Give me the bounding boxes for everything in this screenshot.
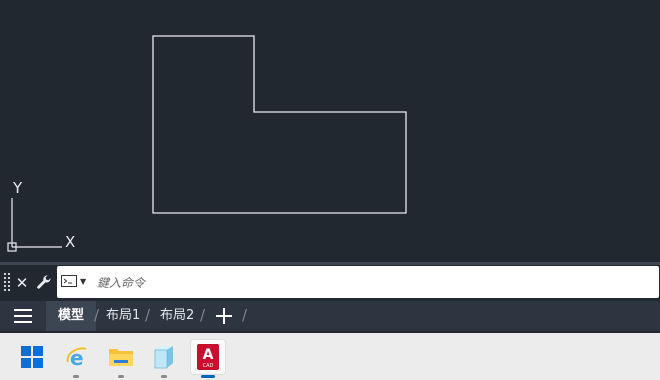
file-explorer-icon[interactable] <box>103 339 139 378</box>
command-input[interactable] <box>95 272 649 294</box>
windows-start-icon[interactable] <box>14 339 50 375</box>
tab-layout2[interactable]: 布局2 <box>160 301 194 331</box>
command-prompt-dropdown[interactable]: ▼ <box>61 275 86 287</box>
command-line-grip[interactable] <box>4 273 10 293</box>
tab-divider: / <box>200 306 206 324</box>
3d-box-app-icon[interactable] <box>146 339 182 378</box>
running-indicator <box>118 375 124 378</box>
active-window-indicator <box>201 375 215 378</box>
hamburger-menu-icon[interactable] <box>14 309 32 323</box>
chevron-down-icon: ▼ <box>80 276 87 286</box>
ucs-y-label: Y <box>12 179 23 197</box>
autocad-icon[interactable]: A CAD <box>190 339 226 378</box>
svg-text:A: A <box>203 347 214 363</box>
drawing-canvas[interactable]: Y X <box>0 0 660 262</box>
tab-model[interactable]: 模型 <box>46 301 97 331</box>
autocad-icon-label: CAD <box>203 363 214 369</box>
layout-tabs-bar: 模型 / 布局1 / 布局2 / / <box>0 301 660 331</box>
command-input-box[interactable]: ▼ <box>57 266 659 298</box>
windows-taskbar: e A CAD <box>0 333 660 380</box>
drawing-area[interactable]: Y X <box>0 0 660 262</box>
running-indicator <box>73 375 79 378</box>
ucs-icon: Y X <box>7 179 75 252</box>
running-indicator <box>161 375 167 378</box>
plus-icon[interactable] <box>215 307 233 325</box>
svg-text:e: e <box>70 346 84 369</box>
tab-layout1[interactable]: 布局1 <box>106 301 140 331</box>
command-line-bar: ✕ ▼ <box>0 265 660 301</box>
internet-explorer-icon[interactable]: e <box>58 339 94 378</box>
tab-divider: / <box>94 306 100 324</box>
wrench-icon[interactable] <box>34 272 54 294</box>
command-prompt-icon <box>61 275 77 287</box>
tab-divider: / <box>145 306 151 324</box>
close-icon[interactable]: ✕ <box>12 272 32 294</box>
l-shaped-polyline[interactable] <box>152 35 407 214</box>
tab-divider: / <box>242 306 248 324</box>
ucs-x-label: X <box>65 233 75 251</box>
